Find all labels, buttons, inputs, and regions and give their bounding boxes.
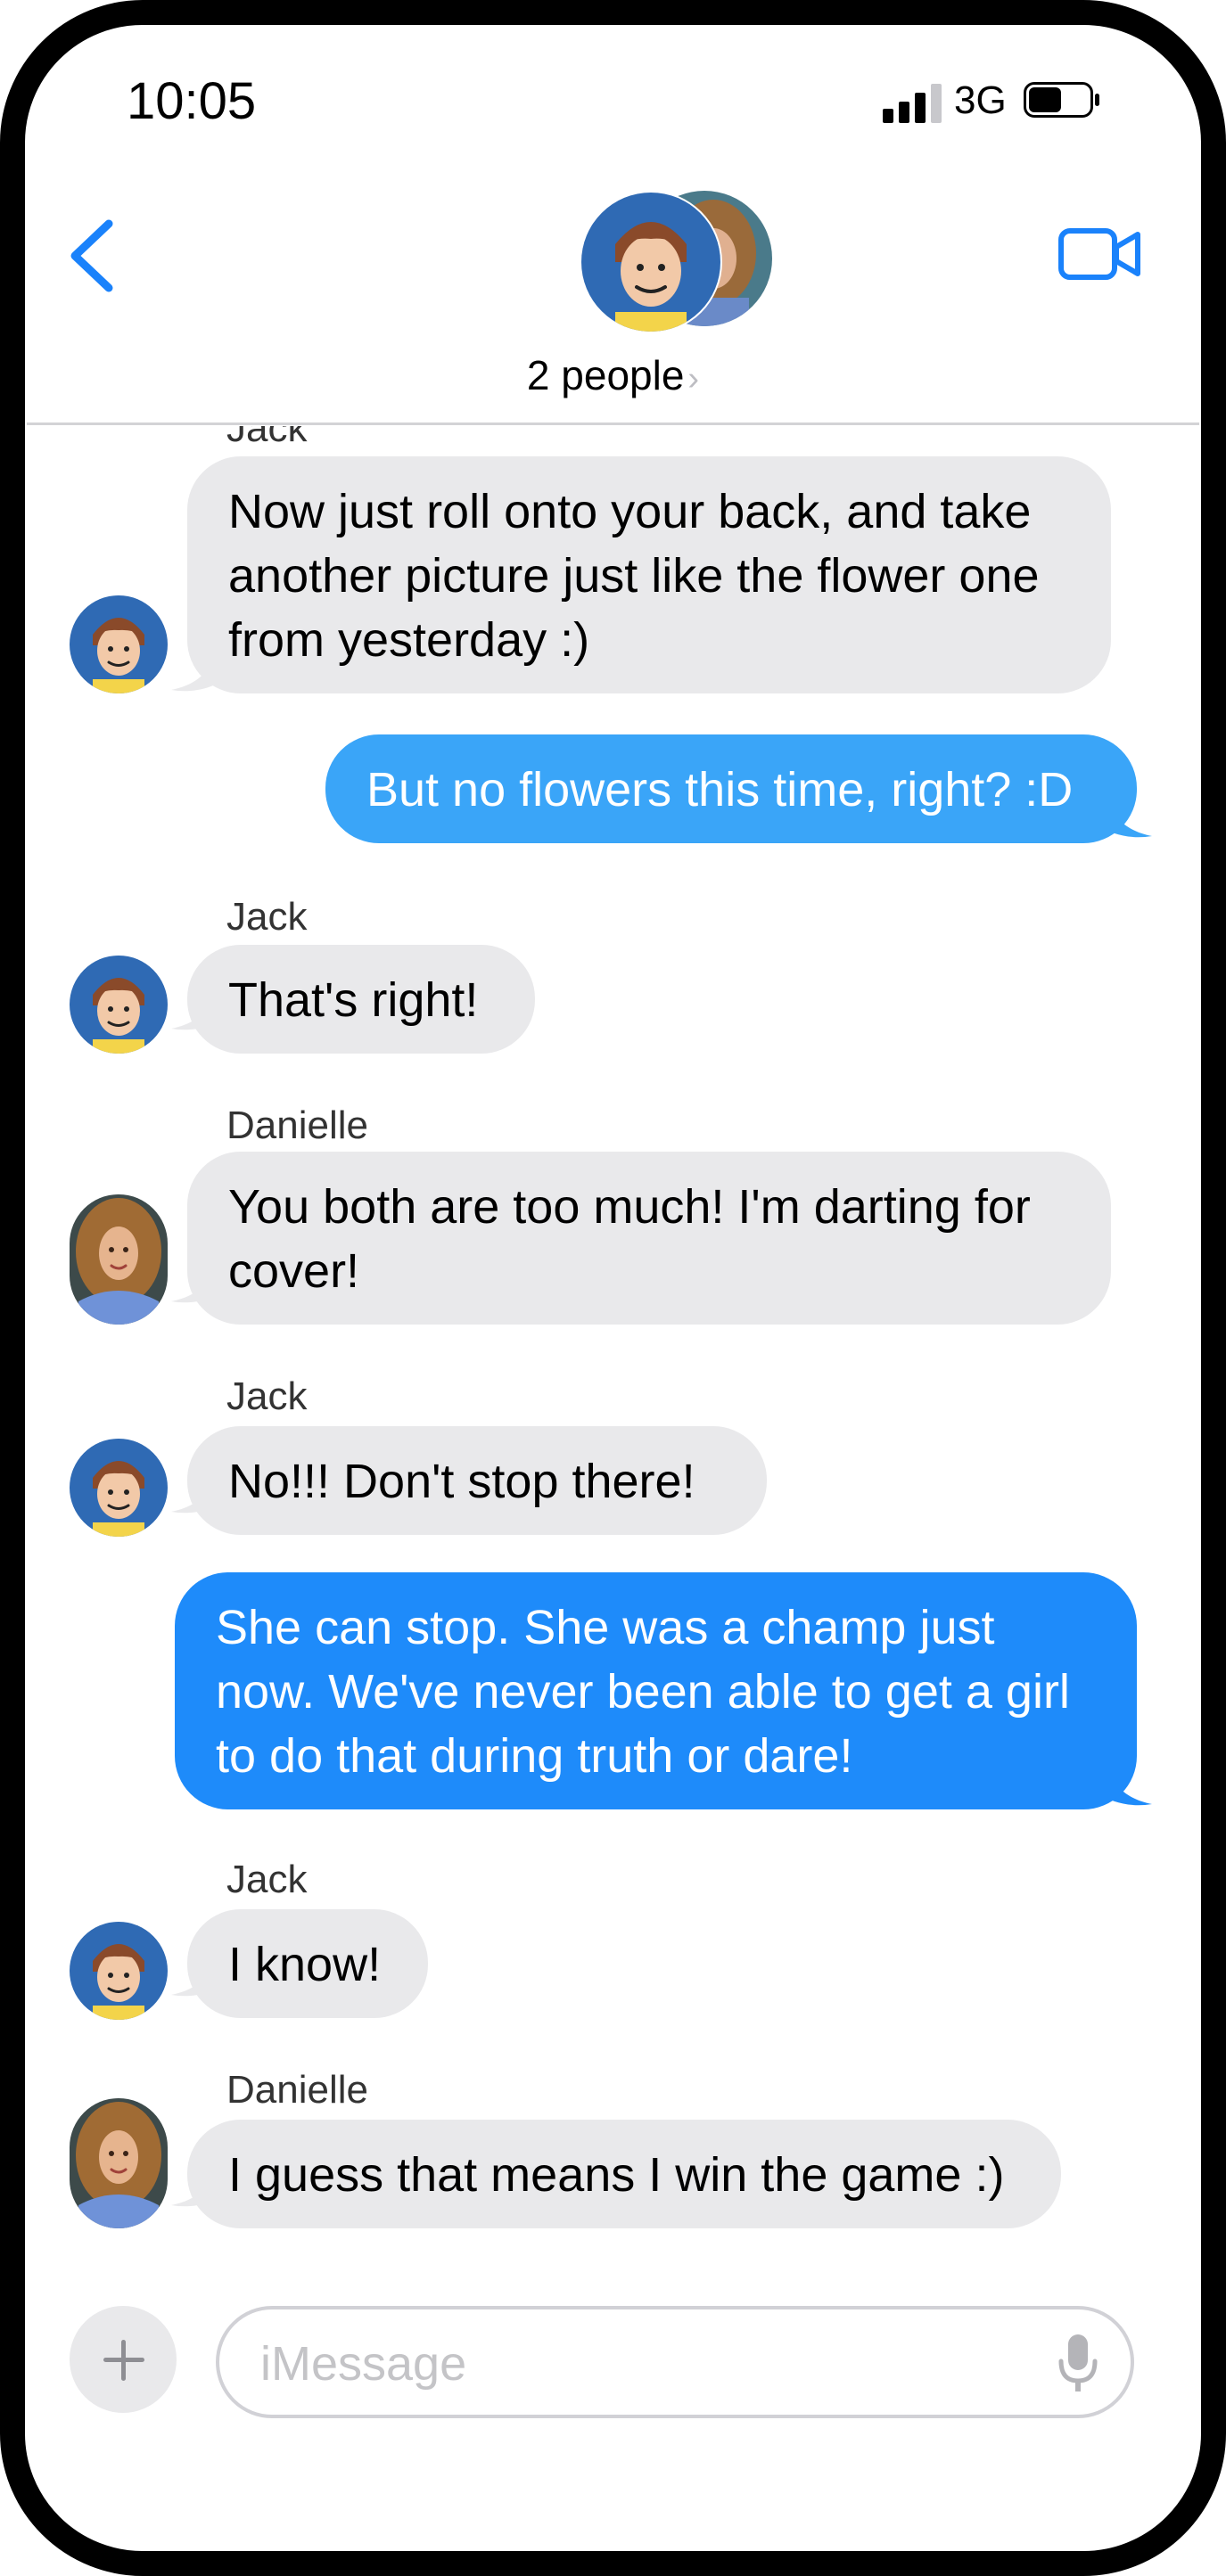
signal-icon — [883, 82, 945, 123]
sender-name: Danielle — [226, 1103, 368, 1147]
sender-name: Jack — [226, 895, 308, 939]
avatar-jack[interactable] — [70, 956, 168, 1054]
avatar-jack[interactable] — [70, 595, 168, 693]
add-attachment-button[interactable] — [70, 2306, 177, 2413]
battery-icon — [1024, 82, 1100, 121]
message-input-field[interactable] — [216, 2306, 1134, 2418]
message-bubble-incoming[interactable]: No!!! Don't stop there! — [187, 1426, 767, 1535]
back-icon[interactable] — [66, 218, 119, 293]
message-bubble-incoming[interactable]: I know! — [187, 1909, 428, 2018]
message-bubble-incoming[interactable]: You both are too much! I'm darting for c… — [187, 1152, 1111, 1325]
sender-name: Jack — [226, 426, 308, 450]
people-count-label: 2 people — [526, 352, 685, 398]
sender-name: Danielle — [226, 2068, 368, 2112]
network-label: 3G — [954, 78, 1007, 122]
avatar-jack[interactable] — [70, 1922, 168, 2020]
header-divider — [27, 422, 1199, 425]
message-bubble-incoming[interactable]: Now just roll onto your back, and take a… — [187, 456, 1111, 693]
message-bubble-outgoing[interactable]: But no flowers this time, right? :D — [325, 734, 1137, 843]
chevron-right-icon: › — [687, 360, 700, 398]
message-list[interactable]: Jack Now just roll onto your back, and t… — [0, 426, 1226, 2271]
avatar-danielle[interactable] — [70, 2098, 168, 2228]
sender-name: Jack — [226, 1374, 308, 1418]
message-bubble-incoming[interactable]: I guess that means I win the game :) — [187, 2120, 1061, 2228]
message-input[interactable] — [259, 2327, 993, 2400]
message-bubble-outgoing[interactable]: She can stop. She was a champ just now. … — [175, 1572, 1137, 1809]
microphone-icon[interactable] — [1056, 2333, 1100, 2395]
avatar-danielle[interactable] — [70, 1194, 168, 1325]
video-call-icon[interactable] — [1057, 226, 1143, 283]
status-time: 10:05 — [127, 72, 257, 130]
avatar-jack[interactable] — [70, 1439, 168, 1537]
sender-name: Jack — [226, 1858, 308, 1901]
group-avatar[interactable] — [580, 191, 776, 333]
conversation-title[interactable]: 2 people › — [0, 351, 1226, 399]
message-bubble-incoming[interactable]: That's right! — [187, 945, 535, 1054]
